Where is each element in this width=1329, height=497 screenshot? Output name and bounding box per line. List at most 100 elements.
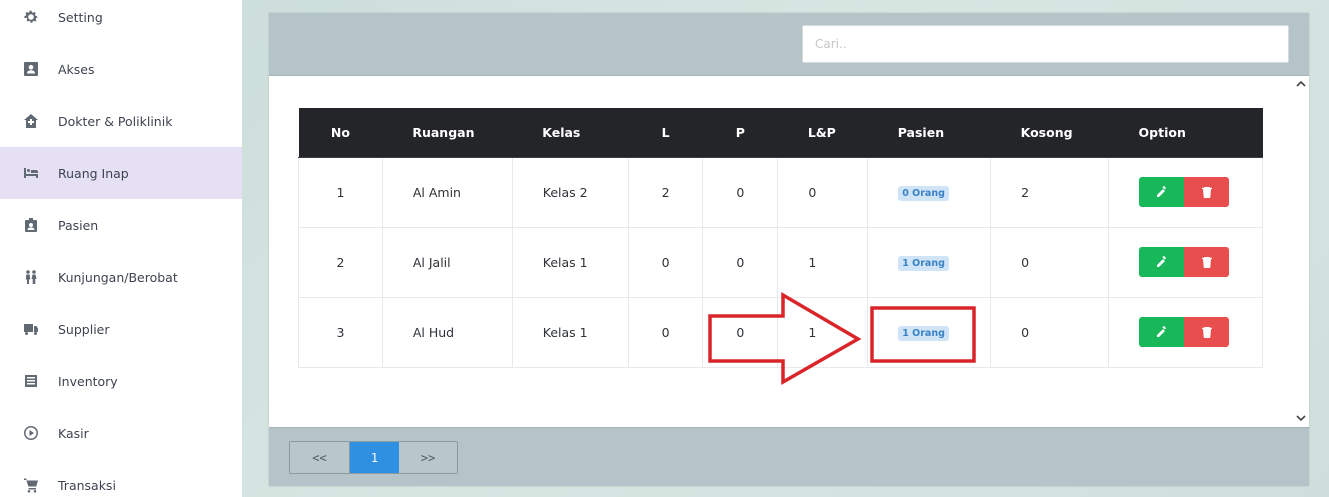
play-circle-icon bbox=[23, 425, 39, 441]
sidebar-item-label: Setting bbox=[58, 9, 103, 25]
table-row: 2 Al Jalil Kelas 1 0 0 1 1 Orang 0 bbox=[298, 227, 1263, 298]
pencil-icon bbox=[1156, 186, 1166, 197]
panel-header bbox=[269, 13, 1309, 76]
row-actions bbox=[1139, 177, 1230, 207]
col-header-l: L bbox=[628, 108, 703, 158]
sidebar-item-label: Kasir bbox=[58, 425, 89, 441]
bed-icon bbox=[23, 165, 39, 181]
sidebar-item-setting[interactable]: Setting bbox=[0, 0, 242, 43]
cell-kelas: Kelas 1 bbox=[512, 297, 629, 368]
gear-icon bbox=[23, 9, 39, 25]
table-row: 3 Al Hud Kelas 1 0 0 1 1 Orang 0 bbox=[298, 297, 1263, 368]
scroll-up-arrow[interactable] bbox=[1294, 77, 1308, 91]
cell-l: 2 bbox=[628, 157, 704, 228]
cell-pasien: 1 Orang bbox=[867, 297, 992, 368]
scroll-down-arrow[interactable] bbox=[1294, 411, 1308, 425]
cell-kelas: Kelas 1 bbox=[512, 227, 629, 298]
trash-icon bbox=[1201, 257, 1212, 268]
col-header-option: Option bbox=[1108, 108, 1263, 158]
sidebar-item-label: Dokter & Poliklinik bbox=[58, 113, 173, 129]
sidebar-item-kasir[interactable]: Kasir bbox=[0, 407, 242, 459]
sidebar-item-transaksi[interactable]: Transaksi bbox=[0, 459, 242, 497]
sidebar-item-supplier[interactable]: Supplier bbox=[0, 303, 242, 355]
patient-badge-icon bbox=[23, 217, 39, 233]
trash-icon bbox=[1201, 327, 1212, 338]
people-icon bbox=[23, 269, 39, 285]
cell-lp: 0 bbox=[777, 157, 869, 228]
cart-icon bbox=[23, 477, 39, 493]
col-header-lp: L&P bbox=[777, 108, 868, 158]
delete-button[interactable] bbox=[1184, 317, 1230, 347]
cell-kosong: 0 bbox=[990, 297, 1110, 368]
col-header-ruangan: Ruangan bbox=[382, 108, 513, 158]
cell-pasien: 0 Orang bbox=[867, 157, 992, 228]
table-header-row: No Ruangan Kelas L P L&P Pasien Kosong O… bbox=[298, 108, 1263, 158]
current-page-button[interactable]: 1 bbox=[350, 442, 399, 473]
col-header-no: No bbox=[298, 108, 383, 158]
edit-button[interactable] bbox=[1139, 247, 1185, 277]
prev-page-button[interactable]: << bbox=[290, 442, 350, 473]
cell-lp: 1 bbox=[777, 297, 869, 368]
sidebar-item-inventory[interactable]: Inventory bbox=[0, 355, 242, 407]
cell-ruangan: Al Jalil bbox=[382, 227, 513, 298]
room-table: No Ruangan Kelas L P L&P Pasien Kosong O… bbox=[298, 108, 1263, 368]
sidebar-item-label: Ruang Inap bbox=[58, 165, 129, 181]
cell-pasien: 1 Orang bbox=[867, 227, 992, 298]
cell-kelas: Kelas 2 bbox=[512, 157, 629, 228]
cell-l: 0 bbox=[628, 227, 704, 298]
cell-p: 0 bbox=[702, 227, 779, 298]
sidebar-item-label: Transaksi bbox=[58, 477, 116, 493]
sidebar-item-label: Kunjungan/Berobat bbox=[58, 269, 178, 285]
col-header-kelas: Kelas bbox=[512, 108, 629, 158]
cell-kosong: 0 bbox=[990, 227, 1110, 298]
sidebar-item-pasien[interactable]: Pasien bbox=[0, 199, 242, 251]
cell-p: 0 bbox=[702, 157, 779, 228]
search-input[interactable] bbox=[802, 25, 1289, 63]
sidebar-item-ruang-inap[interactable]: Ruang Inap bbox=[0, 147, 242, 199]
patient-count-badge: 1 Orang bbox=[898, 325, 949, 341]
sidebar-item-kunjungan[interactable]: Kunjungan/Berobat bbox=[0, 251, 242, 303]
patient-count-badge: 1 Orang bbox=[898, 255, 949, 271]
cell-kosong: 2 bbox=[990, 157, 1110, 228]
cell-lp: 1 bbox=[777, 227, 869, 298]
cell-option bbox=[1108, 227, 1263, 298]
sidebar-item-label: Pasien bbox=[58, 217, 99, 233]
cell-p: 0 bbox=[702, 297, 779, 368]
edit-button[interactable] bbox=[1139, 317, 1185, 347]
sidebar-item-label: Akses bbox=[58, 61, 95, 77]
patient-count-badge: 0 Orang bbox=[898, 185, 949, 201]
sidebar-item-label: Supplier bbox=[58, 321, 110, 337]
cell-no: 2 bbox=[298, 227, 383, 298]
col-header-pasien: Pasien bbox=[867, 108, 991, 158]
cell-ruangan: Al Amin bbox=[382, 157, 513, 228]
edit-button[interactable] bbox=[1139, 177, 1185, 207]
cell-option bbox=[1108, 297, 1263, 368]
cell-ruangan: Al Hud bbox=[382, 297, 513, 368]
delete-button[interactable] bbox=[1184, 177, 1230, 207]
panel-footer: << 1 >> bbox=[269, 427, 1309, 486]
sidebar-item-akses[interactable]: Akses bbox=[0, 43, 242, 95]
row-actions bbox=[1139, 247, 1230, 277]
pencil-icon bbox=[1156, 326, 1166, 337]
trash-icon bbox=[1201, 187, 1212, 198]
sidebar-item-dokter-poliklinik[interactable]: Dokter & Poliklinik bbox=[0, 95, 242, 147]
row-actions bbox=[1139, 317, 1230, 347]
cell-l: 0 bbox=[628, 297, 704, 368]
cell-option bbox=[1108, 157, 1263, 228]
col-header-p: P bbox=[702, 108, 778, 158]
id-card-icon bbox=[23, 61, 39, 77]
sidebar-item-label: Inventory bbox=[58, 373, 118, 389]
main-panel: No Ruangan Kelas L P L&P Pasien Kosong O… bbox=[269, 13, 1309, 486]
cell-no: 1 bbox=[298, 157, 383, 228]
col-header-kosong: Kosong bbox=[990, 108, 1109, 158]
pagination: << 1 >> bbox=[289, 441, 458, 474]
list-icon bbox=[23, 373, 39, 389]
clinic-icon bbox=[23, 113, 39, 129]
delete-button[interactable] bbox=[1184, 247, 1230, 277]
cell-no: 3 bbox=[298, 297, 383, 368]
next-page-button[interactable]: >> bbox=[399, 442, 457, 473]
pencil-icon bbox=[1156, 256, 1166, 267]
sidebar: Setting Akses Dokter & Poliklinik Ruang … bbox=[0, 0, 242, 497]
truck-icon bbox=[23, 321, 39, 337]
table-row: 1 Al Amin Kelas 2 2 0 0 0 Orang 2 bbox=[298, 157, 1263, 228]
